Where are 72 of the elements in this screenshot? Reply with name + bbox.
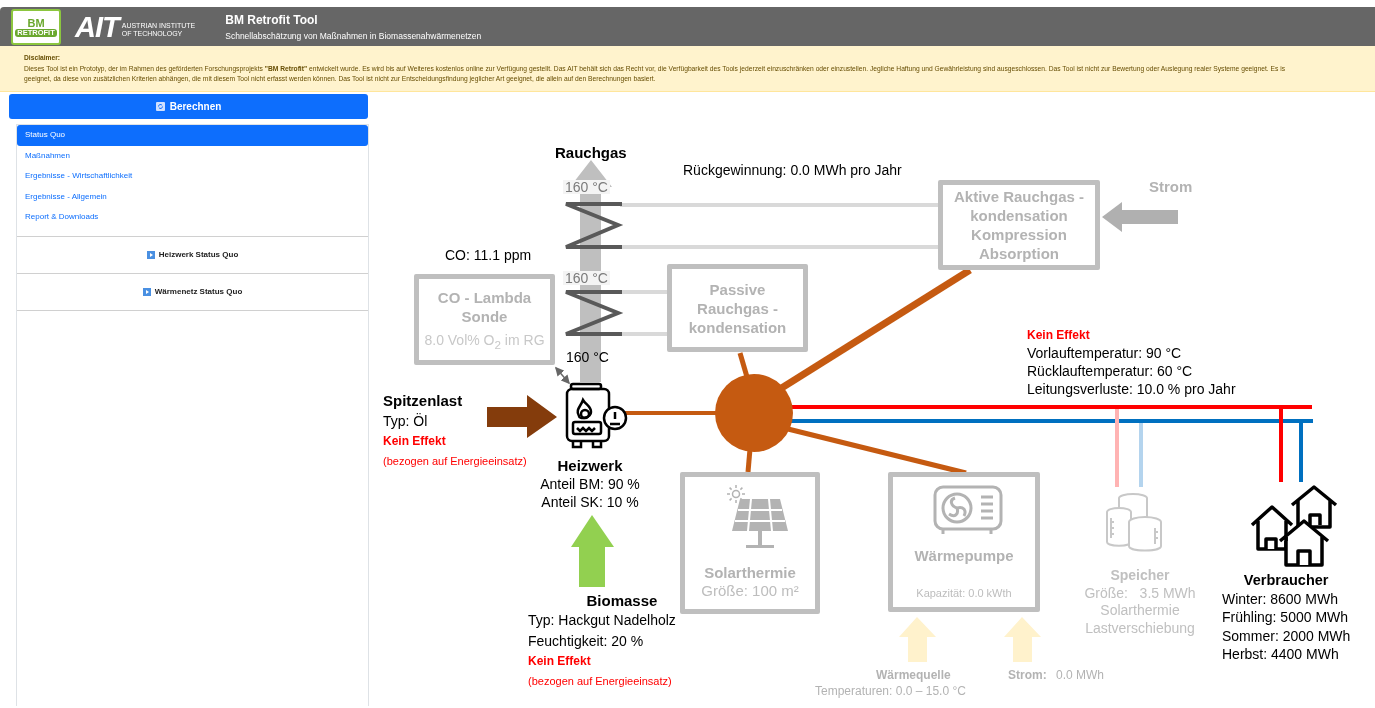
heat-line xyxy=(620,290,668,294)
biomass-title: Biomasse xyxy=(586,591,658,611)
network-value: Leitungsverluste: 10.0 % pro Jahr xyxy=(1027,380,1236,398)
plant-share: Anteil BM: 90 % xyxy=(540,475,640,493)
heat-source-arrow xyxy=(899,617,936,662)
app-subtitle: Schnellabschätzung von Maßnahmen in Biomassenahwärmenetzen xyxy=(225,30,482,41)
effect-note: (bezogen auf Energieeinsatz) xyxy=(528,673,673,689)
effect-label: Kein Effekt xyxy=(383,433,447,450)
consumers-title: Verbraucher xyxy=(1243,571,1329,590)
seasonal-demand: Sommer: 2000 MWh xyxy=(1222,626,1351,645)
heat-pipe xyxy=(745,448,753,473)
moisture-label: Feuchtigkeit: 20 % xyxy=(528,632,645,651)
co-reading: CO: 11.1 ppm xyxy=(445,247,532,263)
box-label: CO - Lambda Sonde xyxy=(437,288,532,327)
fuel-type: Typ: Öl xyxy=(383,412,429,431)
network-value: Vorlauftemperatur: 90 °C xyxy=(1027,344,1183,362)
network-value: Rücklauftemperatur: 60 °C xyxy=(1027,362,1194,380)
box-label: Wärmepumpe xyxy=(914,546,1014,565)
storage-purpose: Solarthermie xyxy=(1100,602,1180,620)
calculate-button[interactable]: Berechnen xyxy=(9,94,368,119)
nav-item[interactable]: Ergebnisse - Allgemein xyxy=(17,186,368,208)
section-toggle[interactable]: Wärmenetz Status Quo xyxy=(17,273,368,311)
box-label: Passive Rauchgas - kondensation xyxy=(688,279,787,337)
recovery-label: Rückgewinnung: 0.0 MWh pro Jahr xyxy=(683,162,902,178)
section-toggle[interactable]: Heizwerk Status Quo xyxy=(17,236,368,274)
plant-share: Anteil SK: 10 % xyxy=(541,493,639,511)
play-icon xyxy=(142,287,151,296)
nav-item[interactable]: Status Quo xyxy=(17,125,368,146)
nav-item[interactable]: Maßnahmen xyxy=(17,145,368,167)
storage-title: Speicher xyxy=(1110,567,1170,585)
fuel-type: Typ: Hackgut Nadelholz xyxy=(528,610,676,630)
temperature-label: 160 °C xyxy=(563,180,610,194)
heat-exchanger-coil xyxy=(564,202,624,249)
heat-exchanger-coil xyxy=(564,290,624,336)
nav-item[interactable]: Ergebnisse - Wirtschaftlichkeit xyxy=(17,166,368,187)
heat-source-label: Wärmequelle xyxy=(876,667,951,683)
double-arrow xyxy=(555,366,570,385)
size-label: Größe: 3.5 MWh xyxy=(1084,584,1196,602)
temperature-range: Temperaturen: 0.0 – 15.0 °C xyxy=(815,683,966,699)
sun-icon xyxy=(727,485,745,503)
effect-label: Kein Effekt xyxy=(1027,327,1091,344)
refresh-icon xyxy=(155,102,165,111)
peak-load-title: Spitzenlast xyxy=(383,391,464,410)
play-icon xyxy=(146,250,155,259)
heat-line xyxy=(620,332,668,336)
temperature-label: 160 °C xyxy=(566,349,609,365)
seasonal-demand: Herbst: 4400 MWh xyxy=(1222,645,1340,664)
biomass-arrow xyxy=(571,515,614,587)
storage-purpose: Lastverschiebung xyxy=(1085,619,1195,637)
box-label: Solarthermie xyxy=(704,563,796,582)
houses-icon xyxy=(1250,485,1338,567)
peak-load-arrow xyxy=(487,395,557,438)
size-label: Größe: 100 m² xyxy=(701,582,799,599)
storage-tank-icon xyxy=(1105,492,1163,554)
heat-pump-icon xyxy=(933,485,1003,537)
capacity-label: Kapazität: 0.0 kWth xyxy=(916,587,1012,599)
power-label: Strom xyxy=(1149,179,1193,195)
app-title: BM Retrofit Tool xyxy=(225,12,319,27)
temperature-label: 160 °C xyxy=(563,271,610,285)
effect-note: (bezogen auf Energieeinsatz) xyxy=(383,454,527,469)
plant-title: Heizwerk xyxy=(557,457,623,475)
effect-label: Kein Effekt xyxy=(528,653,592,670)
heat-pipe xyxy=(737,352,750,378)
power-arrow xyxy=(1004,617,1041,662)
flue-gas-label: Rauchgas xyxy=(555,145,627,161)
nav-item[interactable]: Report & Downloads xyxy=(17,207,368,228)
solar-panel-icon xyxy=(732,499,788,551)
seasonal-demand: Winter: 8600 MWh xyxy=(1222,589,1339,608)
box-label: Aktive Rauchgas - kondensation Kompression Absorption xyxy=(953,187,1084,263)
power-label: Strom: xyxy=(1008,667,1047,683)
seasonal-demand: Frühling: 5000 MWh xyxy=(1222,608,1350,627)
power-value: 0.0 MWh xyxy=(1056,667,1104,683)
